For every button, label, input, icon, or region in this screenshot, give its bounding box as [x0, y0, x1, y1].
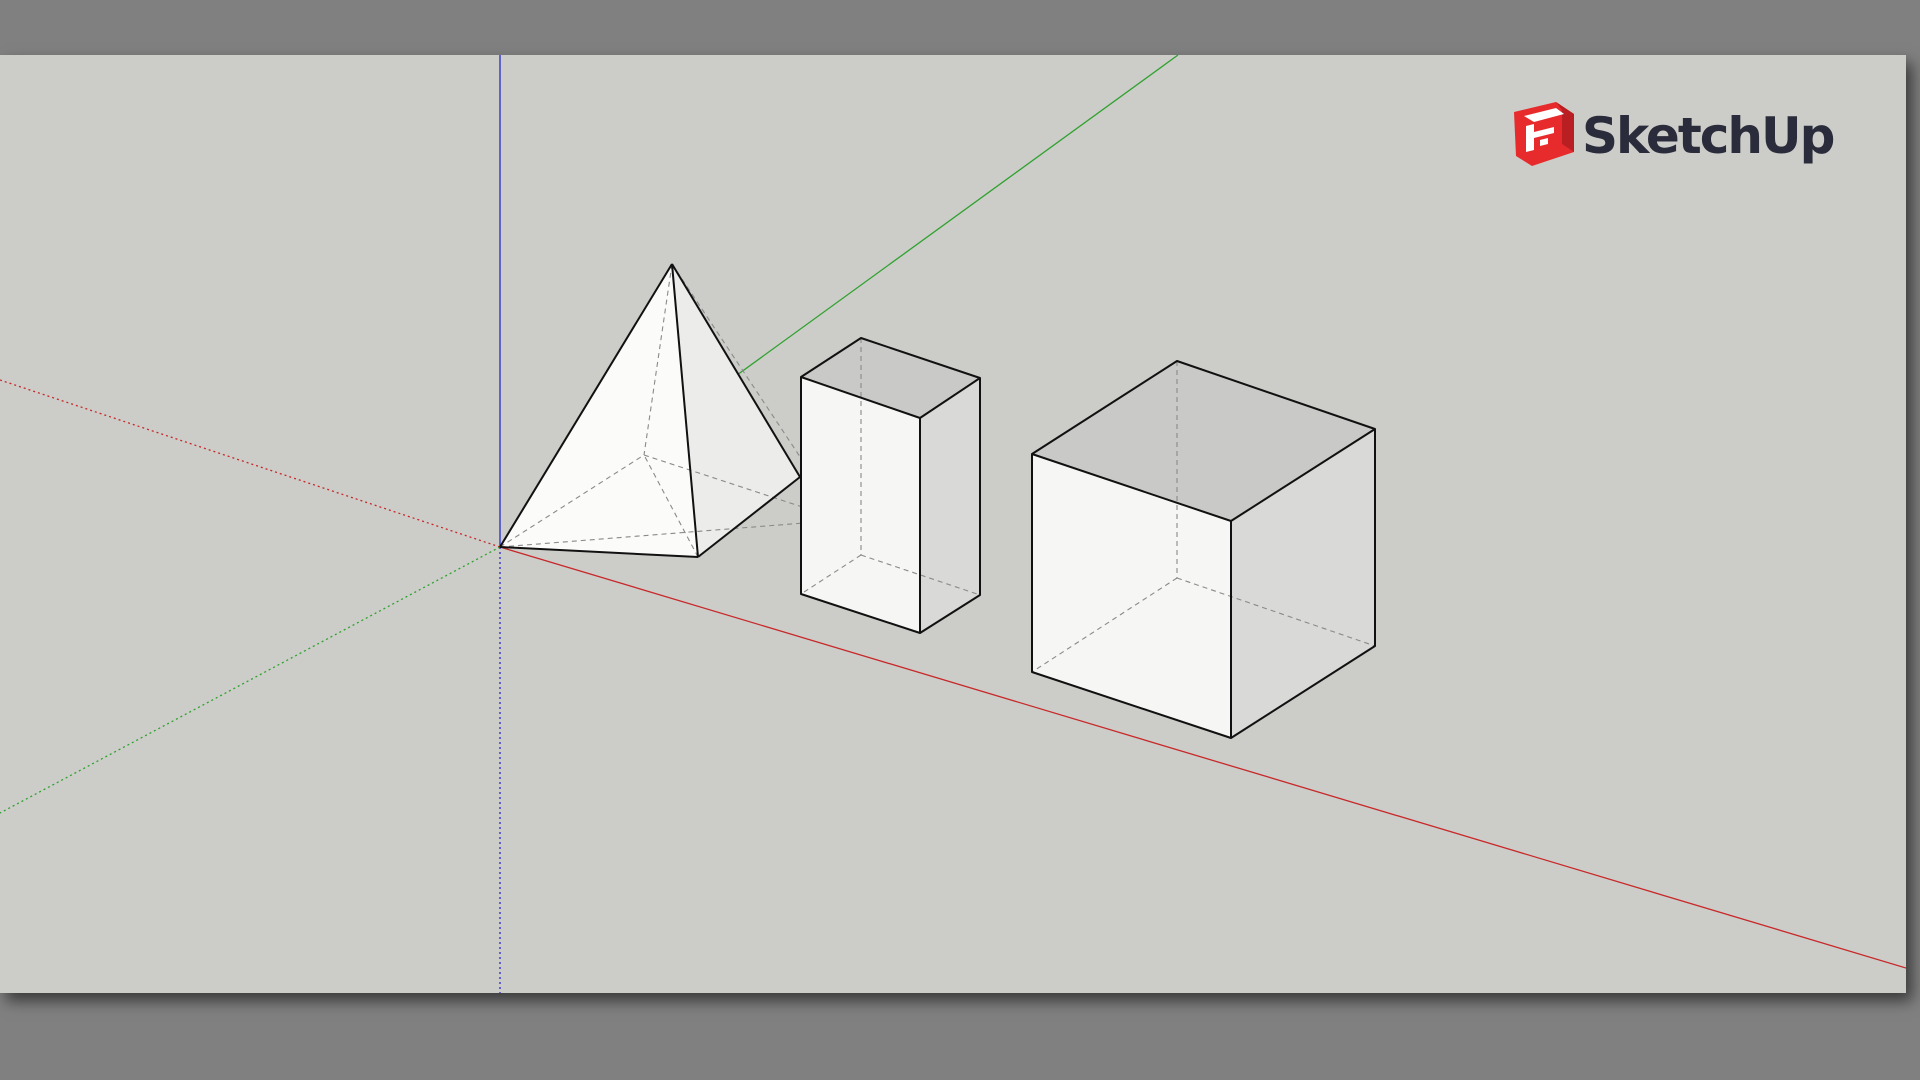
red-axis-negative — [0, 379, 501, 548]
cube[interactable] — [1031, 360, 1376, 739]
pyramid[interactable] — [499, 263, 843, 558]
pyramid-front-face — [500, 264, 698, 557]
green-axis-negative — [0, 546, 501, 814]
rectangular-box[interactable] — [800, 337, 981, 634]
scene-canvas[interactable] — [0, 55, 1906, 993]
sketchup-window: SketchUp — [0, 0, 1920, 1080]
sketchup-logo-icon — [1514, 102, 1574, 166]
box-right-face — [920, 378, 980, 633]
sketchup-logo-text: SketchUp — [1582, 107, 1835, 165]
sketchup-logo: SketchUp — [1512, 101, 1835, 171]
modeling-viewport[interactable]: SketchUp — [0, 55, 1906, 993]
